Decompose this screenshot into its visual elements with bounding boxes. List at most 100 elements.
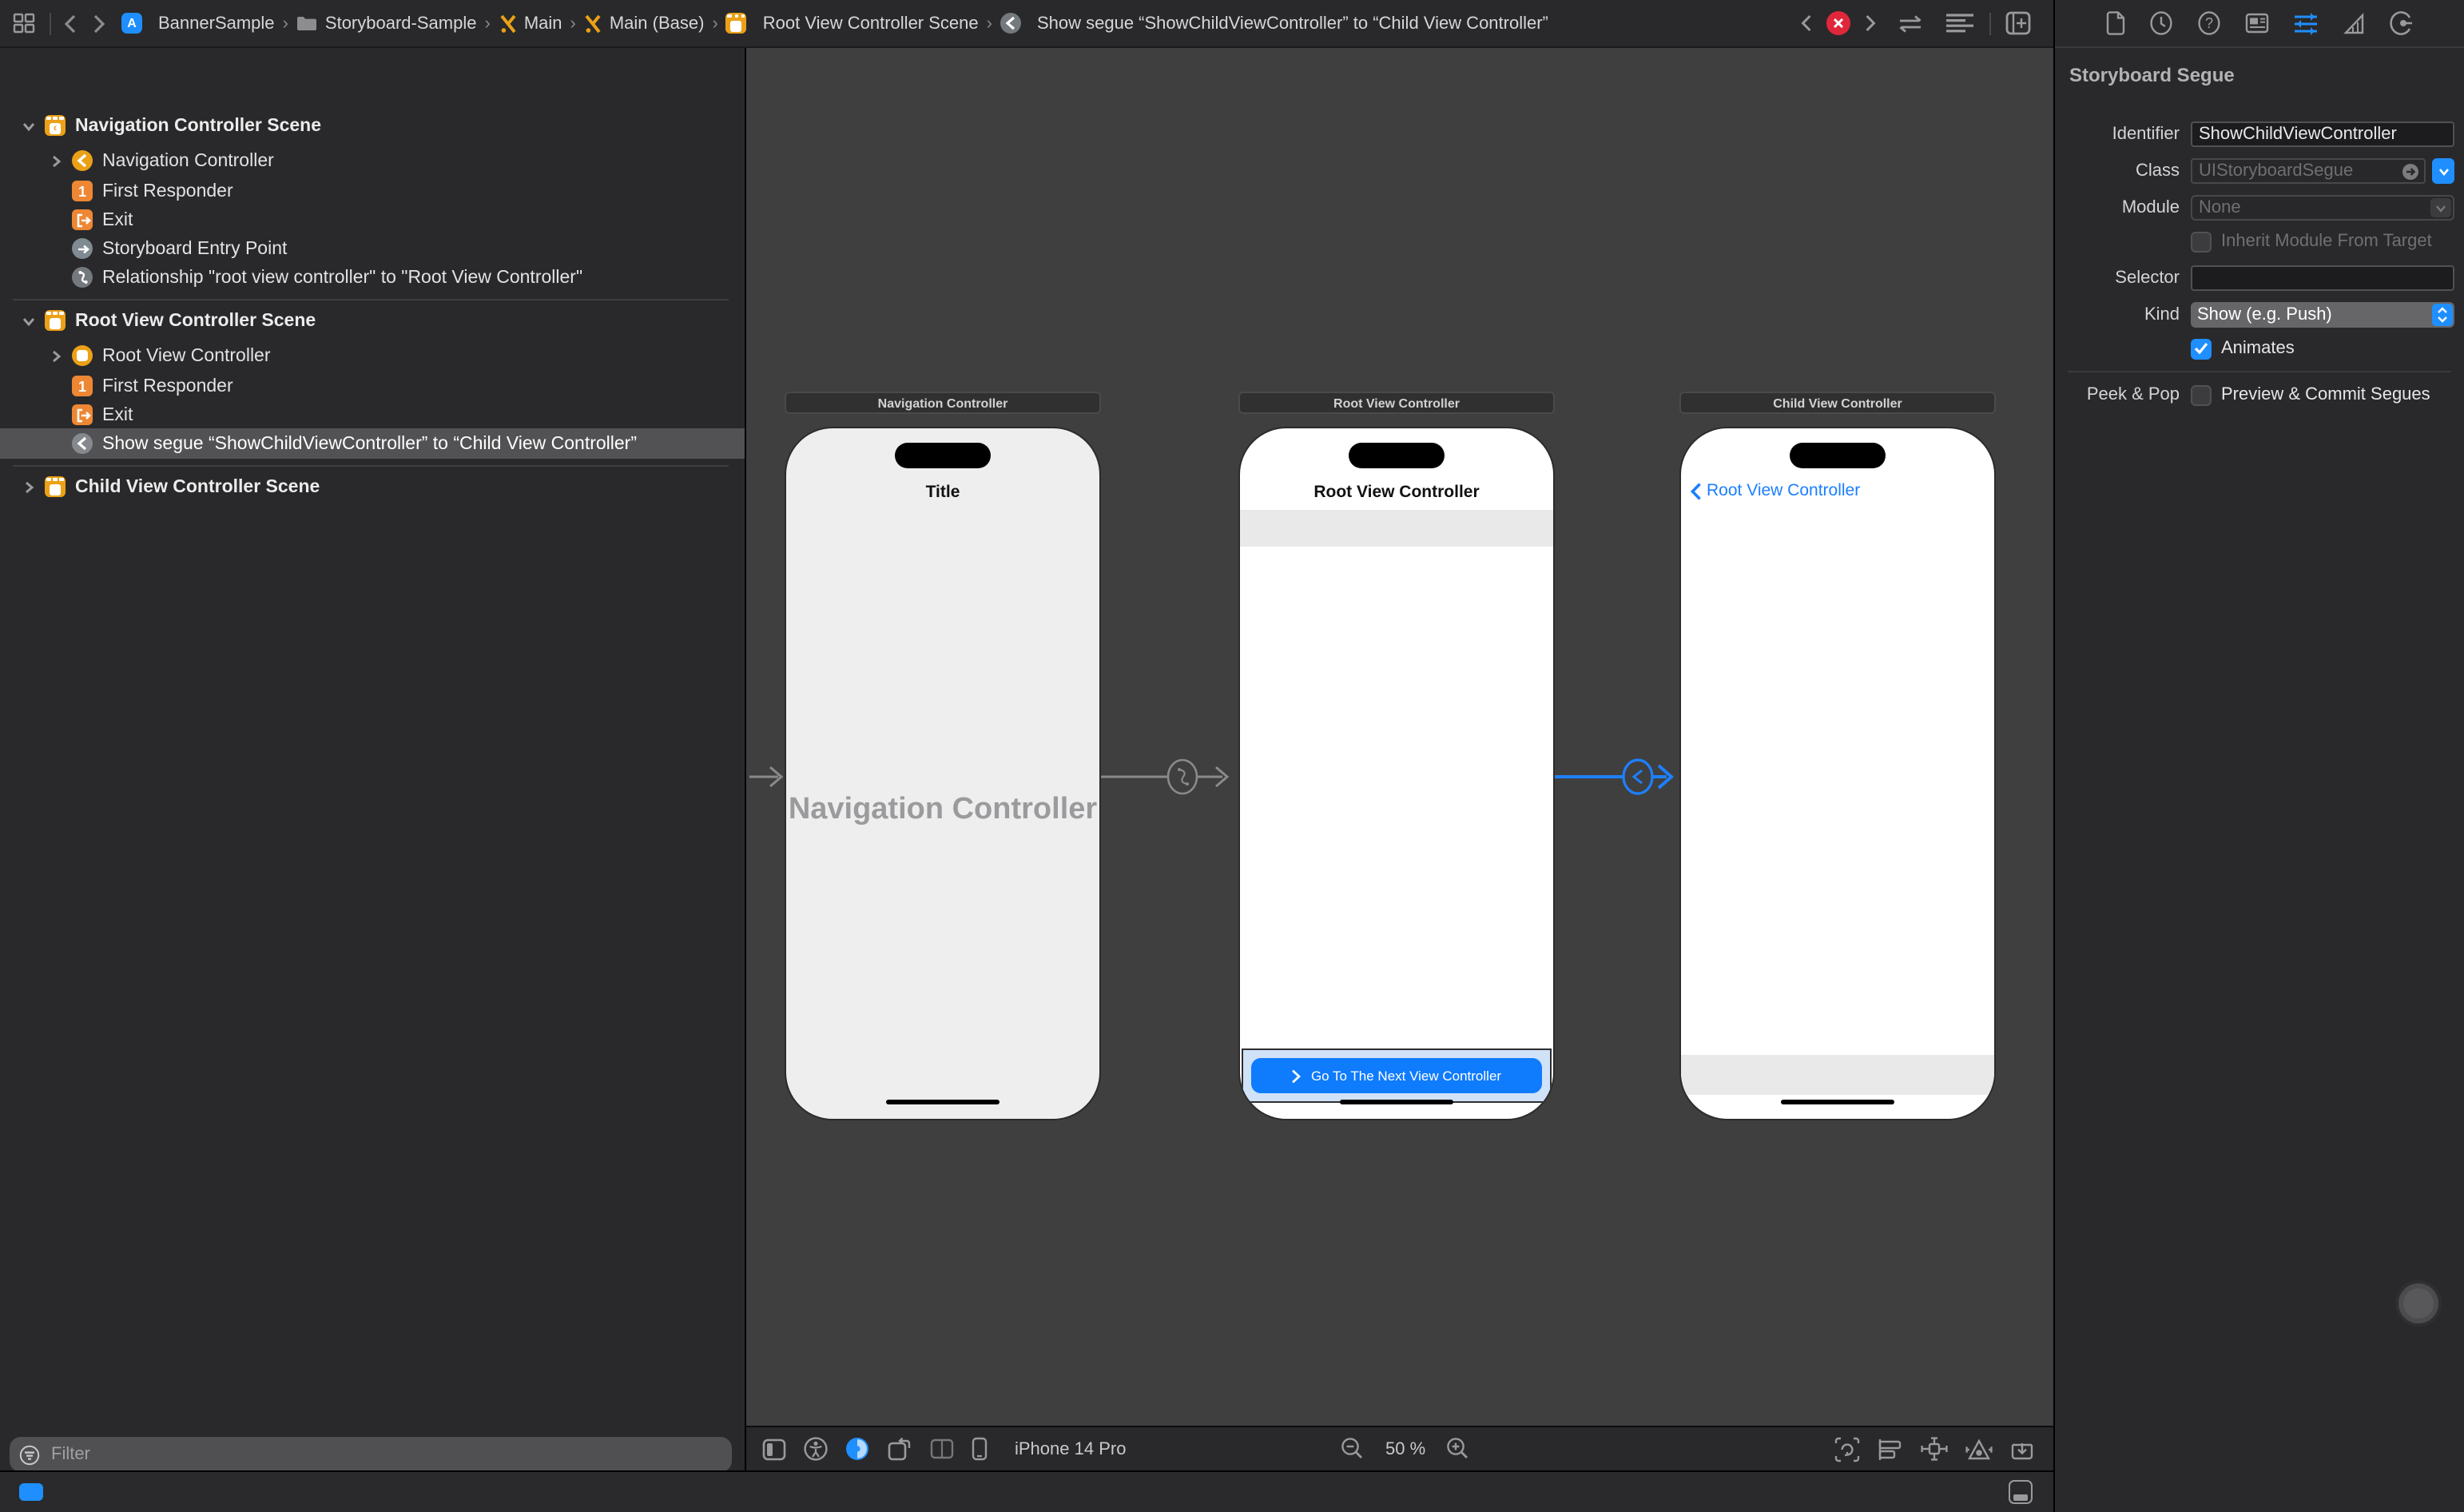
module-label: Module [2055,198,2180,217]
outline-row-navigation-controller[interactable]: Navigation Controller [0,145,745,176]
breadcrumb-base[interactable]: Main (Base) [584,14,705,33]
xcode-window: A BannerSample › Storyboard-Sample › Mai… [0,0,2464,1512]
dynamic-island [895,443,991,468]
outline-row-exit[interactable]: Exit [0,205,745,235]
code-review-icon[interactable] [1897,14,1924,33]
outline-row-navigation-controller-scene[interactable]: ‹ Navigation Controller Scene [0,110,745,141]
align-icon[interactable] [1878,1438,1903,1460]
outline-toggle-icon[interactable] [762,1438,786,1460]
selector-row: Selector [2055,265,2454,291]
connections-inspector-icon[interactable] [2389,11,2413,35]
class-jump-icon[interactable] [2402,163,2419,181]
breadcrumb-scene[interactable]: Root View Controller Scene [726,13,979,34]
resolve-layout-icon[interactable] [1965,1438,1993,1460]
outline-row-entry-point[interactable]: Storyboard Entry Point [0,233,745,264]
forward-button[interactable] [93,14,105,33]
document-outline: ‹ Navigation Controller Scene Navigation… [0,48,746,1470]
scene-titlebar-child-view-controller[interactable]: Child View Controller [1679,392,1996,414]
floating-helper-button[interactable] [2395,1280,2442,1327]
outline-row-show-segue-selected[interactable]: Show segue “ShowChildViewController” to … [0,428,745,459]
chevron-right-icon [1292,1068,1302,1083]
back-button[interactable]: Root View Controller [1691,481,1860,500]
selector-field[interactable] [2191,265,2454,291]
scene-titlebar-navigation-controller[interactable]: Navigation Controller [785,392,1101,414]
filter-bar[interactable] [10,1437,732,1472]
device-icon[interactable] [972,1437,988,1461]
appearance-toggle-icon[interactable] [845,1437,869,1461]
chevron-right-icon[interactable] [50,349,62,362]
chevron-left-icon [1691,482,1702,499]
error-badge[interactable] [1826,11,1850,35]
exit-icon [72,209,93,230]
class-dropdown-button[interactable] [2432,158,2454,184]
zoom-out-button[interactable] [1341,1437,1365,1461]
breadcrumb-folder[interactable]: Storyboard-Sample [296,14,477,33]
breadcrumb-segue[interactable]: Show segue “ShowChildViewController” to … [1000,13,1548,34]
app-icon: A [121,13,142,34]
kind-popup[interactable]: Show (e.g. Push) [2191,302,2454,328]
class-field[interactable]: UIStoryboardSegue [2191,158,2426,184]
phone-root-view-controller[interactable]: Root View Controller Go To The Next View… [1238,427,1555,1120]
animates-checkbox[interactable] [2191,338,2212,359]
phone-navigation-controller[interactable]: Title Navigation Controller [785,427,1101,1120]
outline-row-root-view-controller[interactable]: Root View Controller [0,340,745,371]
editor-grid-icon[interactable] [13,13,37,34]
chevron-down-icon[interactable] [22,314,35,327]
outline-row-relationship[interactable]: Relationship "root view controller" to "… [0,262,745,292]
scene-icon [45,310,66,331]
update-frames-icon[interactable] [1834,1436,1860,1462]
device-name[interactable]: iPhone 14 Pro [1015,1439,1126,1458]
chevron-right-icon[interactable] [50,154,62,167]
filter-input[interactable] [48,1443,722,1466]
module-popup[interactable]: None [2191,195,2454,221]
attributes-inspector-icon[interactable] [2293,12,2319,34]
outline-row-exit[interactable]: Exit [0,400,745,430]
banner-view[interactable] [1240,510,1553,547]
zoom-in-button[interactable] [1446,1437,1470,1461]
file-inspector-icon[interactable] [2106,11,2125,35]
storyboard-canvas[interactable]: Navigation Controller Root View Controll… [746,48,2053,1470]
outline-label: Show segue “ShowChildViewController” to … [102,434,637,453]
editor-options-icon[interactable] [1945,13,1975,34]
add-editor-button[interactable] [2005,11,2031,35]
embed-icon[interactable] [2010,1438,2034,1460]
home-indicator [886,1099,1000,1104]
entry-point-icon [72,238,93,259]
scene-icon [45,476,66,497]
history-inspector-icon[interactable] [2149,11,2173,35]
outline-row-first-responder[interactable]: 1 First Responder [0,176,745,206]
size-inspector-icon[interactable] [2343,12,2365,34]
add-constraints-icon[interactable] [1921,1437,1948,1461]
dynamic-island [1790,443,1886,468]
outline-row-child-view-controller-scene[interactable]: Child View Controller Scene [0,472,745,502]
banner-view[interactable] [1681,1055,1994,1095]
issues-back-button[interactable] [1801,14,1812,32]
breadcrumb-storyboard[interactable]: Main [499,14,562,33]
phone-child-view-controller[interactable]: Root View Controller [1679,427,1996,1120]
outline-row-first-responder[interactable]: 1 First Responder [0,371,745,401]
activity-badge[interactable] [19,1483,43,1501]
back-button[interactable] [64,14,77,33]
jump-bar: A BannerSample › Storyboard-Sample › Mai… [0,0,2053,48]
nav-bar-title: Title [786,483,1099,502]
chevron-right-icon[interactable] [22,480,35,493]
outline-row-root-view-controller-scene[interactable]: Root View Controller Scene [0,305,745,336]
split-view-icon[interactable] [930,1438,954,1459]
controller-center-label: Navigation Controller [786,793,1099,828]
chevron-down-icon[interactable] [22,119,35,132]
bottom-bar-toggle-icon[interactable] [2009,1480,2033,1504]
quick-help-inspector-icon[interactable]: ? [2197,11,2221,35]
inspector-section-title: Storyboard Segue [2069,64,2464,86]
inherit-module-checkbox[interactable] [2191,231,2212,252]
zoom-level[interactable]: 50 % [1385,1439,1425,1458]
orientation-icon[interactable] [887,1437,912,1461]
identity-inspector-icon[interactable] [2245,13,2269,34]
class-row: Class UIStoryboardSegue [2055,158,2454,184]
issues-forward-button[interactable] [1865,14,1876,32]
breadcrumb-project[interactable]: A BannerSample [121,13,275,34]
accessibility-icon[interactable] [804,1437,828,1461]
peek-pop-checkbox[interactable] [2191,384,2212,405]
go-next-button[interactable]: Go To The Next View Controller [1251,1058,1542,1093]
identifier-field[interactable]: ShowChildViewController [2191,121,2454,147]
scene-titlebar-root-view-controller[interactable]: Root View Controller [1238,392,1555,414]
